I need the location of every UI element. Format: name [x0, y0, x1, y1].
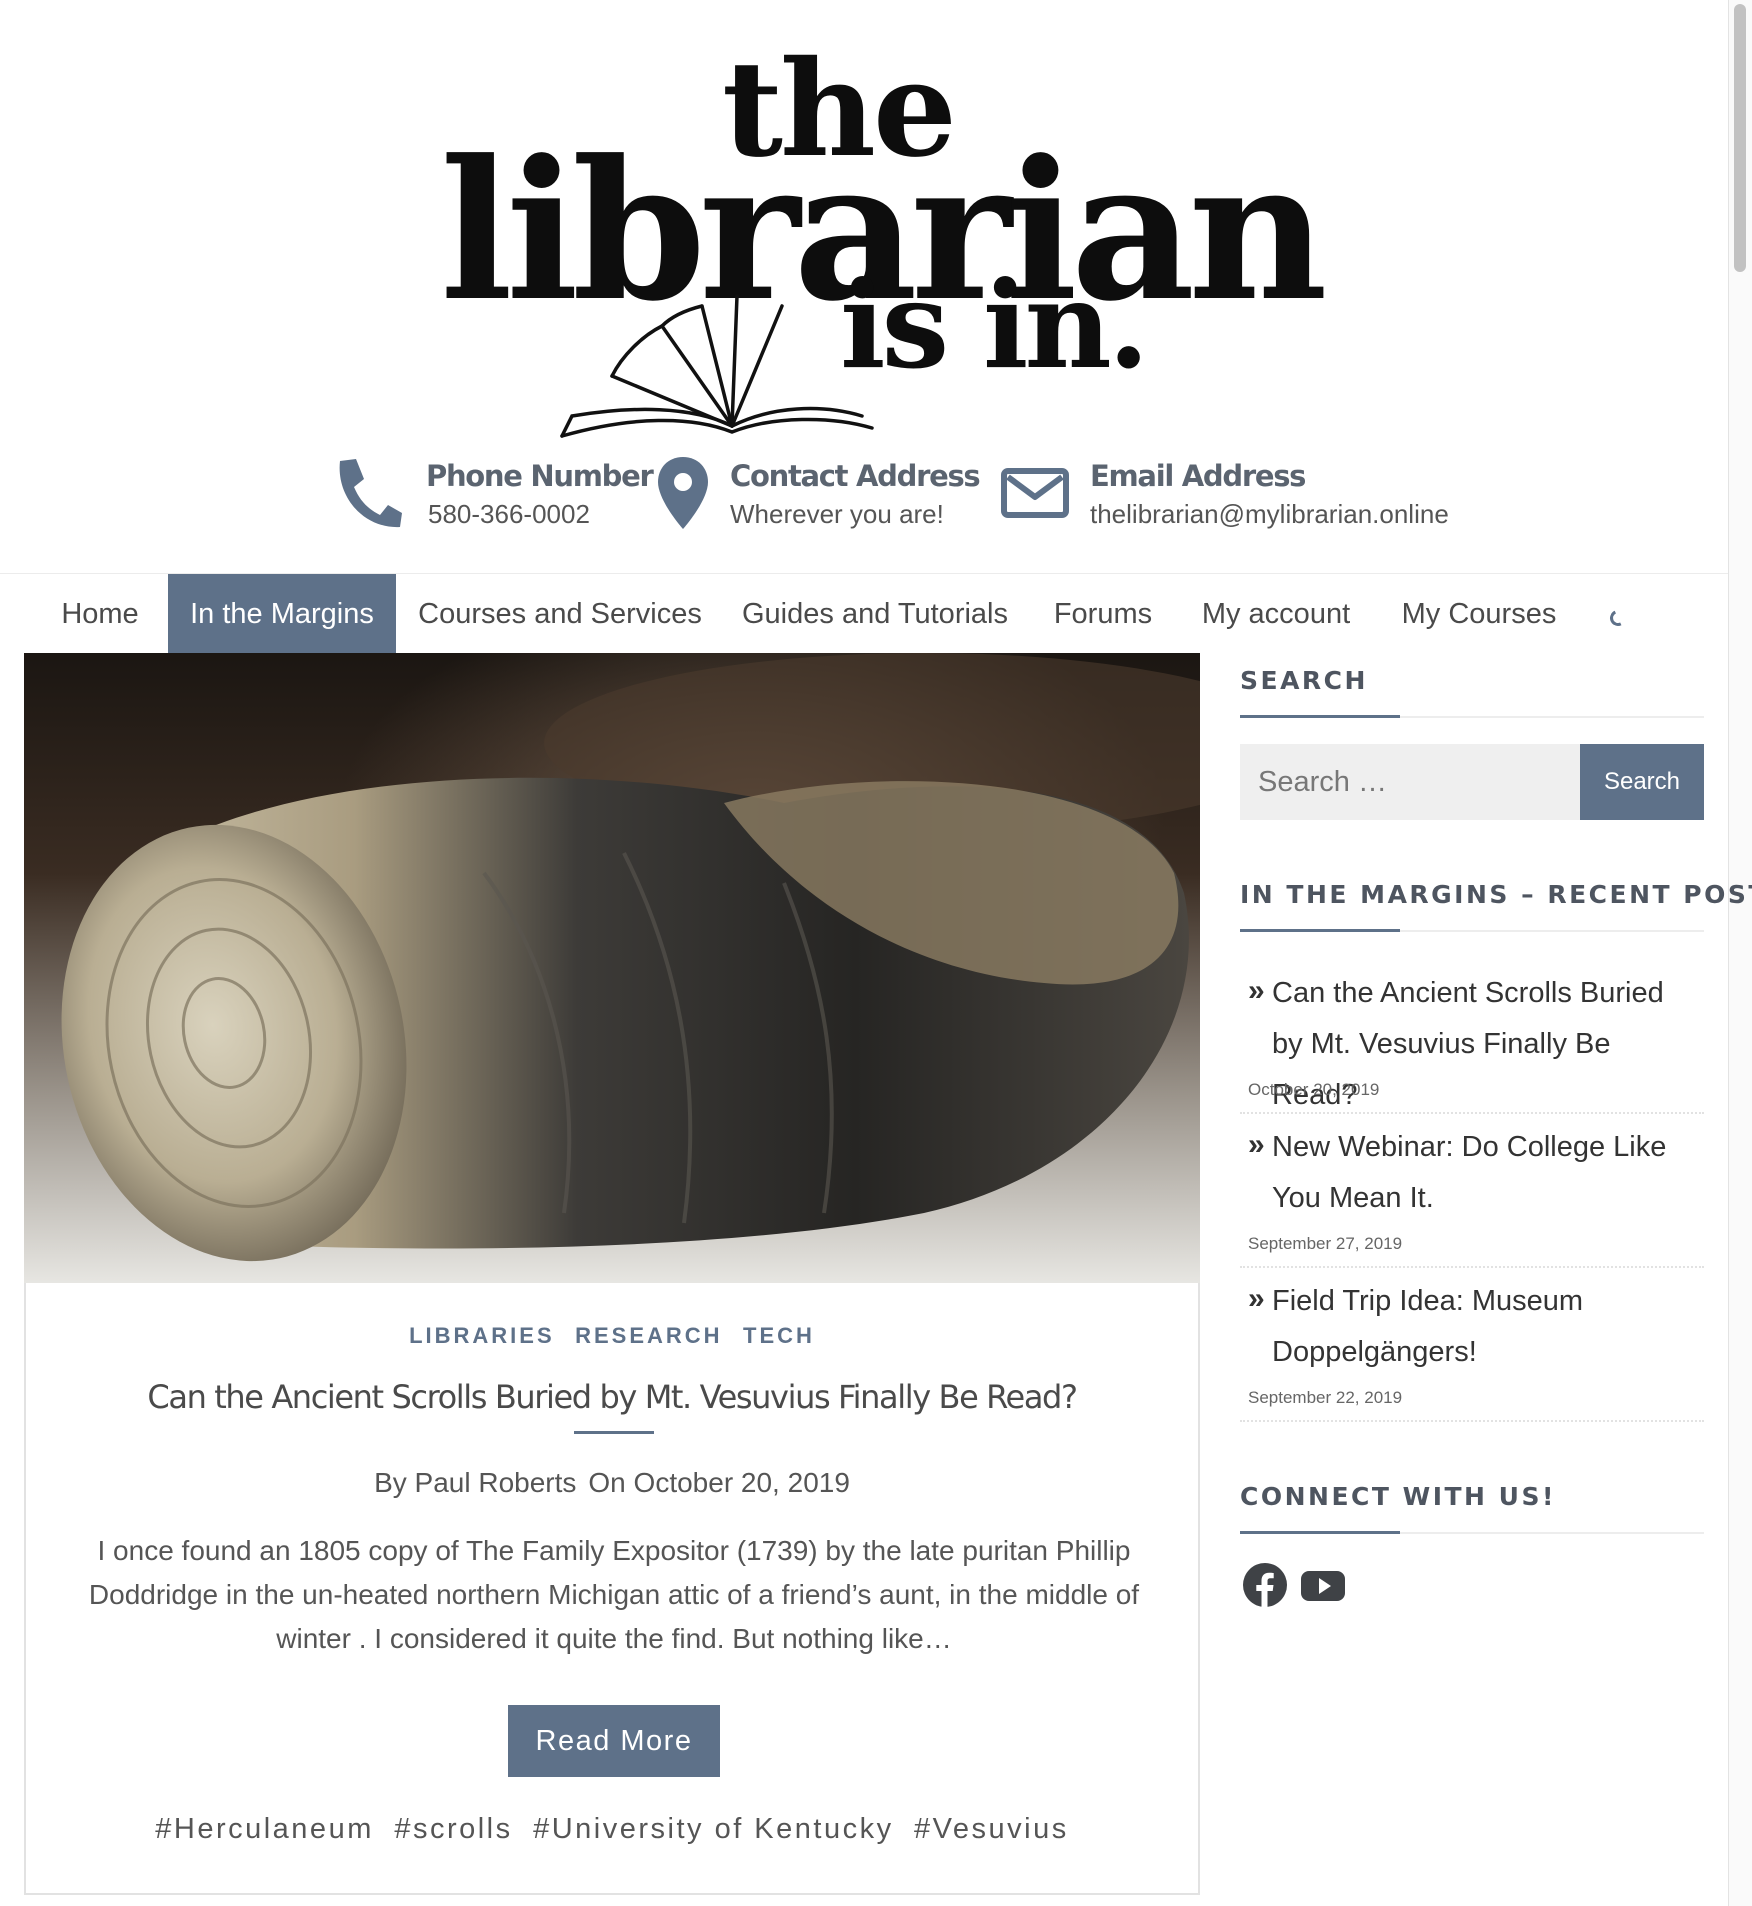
category-link[interactable]: LIBRARIES: [409, 1323, 555, 1349]
recent-post-date: October 20, 2019: [1248, 1080, 1380, 1099]
search-widget-heading: SEARCH: [1240, 666, 1368, 695]
recent-post-date: September 27, 2019: [1248, 1234, 1403, 1253]
envelope-icon: [1001, 468, 1069, 518]
map-pin-icon: [658, 457, 708, 529]
facebook-icon[interactable]: [1242, 1562, 1288, 1608]
double-chevron-right-icon: »: [1248, 1282, 1265, 1315]
youtube-icon[interactable]: [1300, 1562, 1346, 1608]
recent-post-item: » Can the Ancient Scrolls Buried by Mt. …: [1240, 968, 1704, 1114]
window-scrollbar-track[interactable]: [1728, 0, 1752, 1906]
post-author[interactable]: By Paul Roberts: [374, 1467, 576, 1498]
heading-underline-accent: [1240, 1531, 1400, 1534]
recent-post-date: September 22, 2019: [1248, 1388, 1403, 1407]
connect-heading: CONNECT WITH US!: [1240, 1482, 1556, 1511]
recent-post-item: » Field Trip Idea: Museum Doppelgängers!…: [1240, 1276, 1704, 1422]
featured-image[interactable]: [24, 653, 1200, 1283]
logo-line-is-in: is in.: [840, 255, 1150, 396]
post-tags: #Herculaneum #scrolls #University of Ken…: [26, 1813, 1198, 1846]
double-chevron-right-icon: »: [1248, 1128, 1265, 1161]
nav-item-guides-and-tutorials[interactable]: Guides and Tutorials: [728, 574, 1022, 654]
loading-spinner-icon: [1607, 607, 1629, 629]
charred-scroll-image: [24, 653, 1200, 1283]
post-date: On October 20, 2019: [588, 1467, 850, 1498]
tag-link[interactable]: #Herculaneum: [155, 1813, 374, 1846]
contact-address: Contact Address Wherever you are!: [656, 455, 981, 535]
tag-link[interactable]: #University of Kentucky: [533, 1813, 894, 1846]
nav-item-forums[interactable]: Forums: [1046, 574, 1160, 654]
post-meta: By Paul Roberts On October 20, 2019: [26, 1467, 1198, 1499]
heading-underline-accent: [1240, 715, 1400, 718]
main-navigation: Home In the Margins Courses and Services…: [0, 573, 1728, 654]
recent-post-item: » New Webinar: Do College Like You Mean …: [1240, 1122, 1704, 1268]
phone-value: 580-366-0002: [428, 499, 590, 529]
recent-post-link[interactable]: Field Trip Idea: Museum Doppelgängers!: [1272, 1276, 1702, 1378]
address-label: Contact Address: [730, 459, 981, 493]
email-label: Email Address: [1090, 459, 1306, 493]
post-title[interactable]: Can the Ancient Scrolls Buried by Mt. Ve…: [26, 1378, 1198, 1416]
tag-link[interactable]: #Vesuvius: [914, 1813, 1069, 1846]
contact-email: Email Address thelibrarian@mylibrarian.o…: [1000, 455, 1460, 535]
nav-item-my-courses[interactable]: My Courses: [1394, 574, 1564, 654]
post-categories: LIBRARIES RESEARCH TECH: [26, 1323, 1198, 1349]
window-scrollbar-thumb[interactable]: [1734, 4, 1746, 272]
search-button[interactable]: Search: [1580, 744, 1704, 820]
recent-posts-heading: IN THE MARGINS – RECENT POSTS: [1240, 880, 1752, 909]
nav-item-courses-and-services[interactable]: Courses and Services: [414, 574, 706, 654]
phone-label: Phone Number: [426, 459, 654, 493]
site-logo[interactable]: the librarian is in.: [440, 36, 1340, 438]
phone-icon: [339, 459, 402, 528]
double-chevron-right-icon: »: [1248, 974, 1265, 1007]
category-link[interactable]: TECH: [743, 1323, 815, 1349]
post-card: LIBRARIES RESEARCH TECH Can the Ancient …: [24, 1283, 1200, 1895]
recent-post-link[interactable]: New Webinar: Do College Like You Mean It…: [1272, 1122, 1702, 1224]
address-value: Wherever you are!: [730, 499, 944, 529]
contact-phone: Phone Number 580-366-0002: [334, 455, 654, 535]
tag-link[interactable]: #scrolls: [394, 1813, 512, 1846]
post-excerpt: I once found an 1805 copy of The Family …: [88, 1535, 1140, 1654]
email-value[interactable]: thelibrarian@mylibrarian.online: [1090, 499, 1449, 530]
open-book-icon: [560, 294, 874, 438]
nav-item-home[interactable]: Home: [48, 574, 152, 654]
heading-underline-accent: [1240, 929, 1400, 932]
search-input[interactable]: [1240, 744, 1580, 820]
read-more-button[interactable]: Read More: [508, 1705, 720, 1777]
nav-item-in-the-margins[interactable]: In the Margins: [168, 574, 396, 654]
nav-item-my-account[interactable]: My account: [1188, 574, 1364, 654]
category-link[interactable]: RESEARCH: [575, 1323, 722, 1349]
title-divider: [574, 1431, 654, 1434]
